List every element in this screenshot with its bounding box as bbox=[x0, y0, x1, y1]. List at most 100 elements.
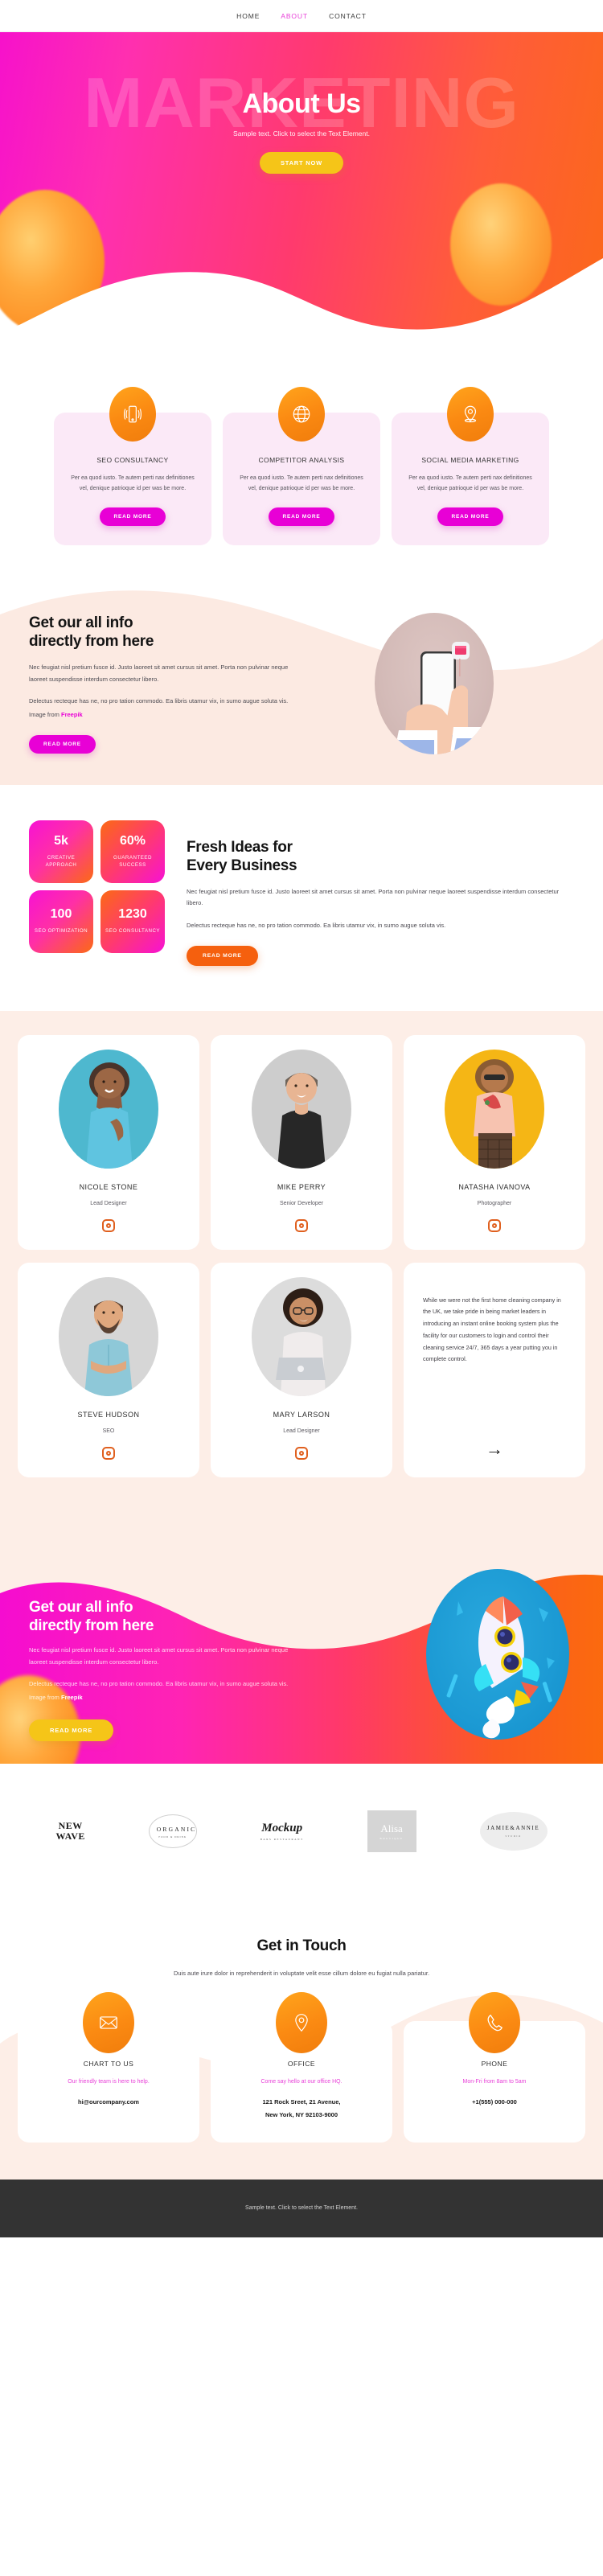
map-pin-icon bbox=[447, 387, 494, 442]
brand-logo-line1: Alisa bbox=[380, 1822, 403, 1834]
read-more-button[interactable]: READ MORE bbox=[268, 507, 335, 526]
contact-section: Get in Touch Duis aute irure dolor in re… bbox=[0, 1901, 603, 2180]
stat-box-seo-consultancy: 1230 SEO CONSULTANCY bbox=[100, 889, 165, 953]
contact-card-value[interactable]: +1(555) 000-000 bbox=[415, 2096, 574, 2109]
team-section: NICOLE STONE Lead Designer MIKE PERRY Se… bbox=[0, 1010, 603, 1522]
stat-number: 100 bbox=[50, 907, 72, 922]
cta-read-more-button[interactable]: READ MORE bbox=[29, 1719, 114, 1741]
contact-card-value: 121 Rock Sreet, 21 Avenue, bbox=[262, 2098, 341, 2106]
service-card-competitor-analysis: COMPETITOR ANALYSIS Per ea quod iusto. T… bbox=[223, 387, 380, 545]
stats-paragraph-2: Delectus recteque has ne, no pro tation … bbox=[187, 921, 446, 929]
service-description: Per ea quod iusto. Te autem perti nax de… bbox=[71, 475, 195, 491]
testimonial-text: While we were not the first home cleanin… bbox=[423, 1296, 561, 1363]
contact-card-note: Our friendly team is here to help. bbox=[68, 2079, 150, 2085]
info-text-block: Get our all info directly from here Nec … bbox=[29, 614, 294, 754]
cta-heading-line1: Get our all info bbox=[29, 1599, 133, 1616]
brand-logo-text: NEW WAVE bbox=[55, 1821, 84, 1841]
stats-heading-line2: Every Business bbox=[187, 857, 297, 875]
cta-paragraph-1: Nec feugiat nisl pretium fusce id. Justo… bbox=[29, 1646, 289, 1666]
instagram-icon[interactable] bbox=[488, 1218, 501, 1232]
page-footer: Sample text. Click to select the Text El… bbox=[0, 2179, 603, 2237]
cta-content: Get our all info directly from here Nec … bbox=[0, 1522, 603, 1764]
brand-logo-line2: WAVE bbox=[55, 1830, 85, 1842]
service-card-seo-consultancy: SEO CONSULTANCY Per ea quod iusto. Te au… bbox=[54, 387, 211, 545]
team-card-natasha-ivanova: NATASHA IVANOVA Photographer bbox=[404, 1034, 585, 1250]
phone-icon bbox=[469, 1992, 520, 2054]
stats-text-block: Fresh Ideas for Every Business Nec feugi… bbox=[187, 820, 574, 966]
instagram-icon[interactable] bbox=[295, 1446, 308, 1460]
cta-paragraph-2: Delectus recteque has ne, no pro tation … bbox=[29, 1678, 294, 1705]
read-more-button[interactable]: READ MORE bbox=[99, 507, 166, 526]
info-section: Get our all info directly from here Nec … bbox=[0, 581, 603, 785]
brand-logo-text: JAMIE&ANNIE STUDIO bbox=[479, 1811, 548, 1851]
service-card-social-media-marketing: SOCIAL MEDIA MARKETING Per ea quod iusto… bbox=[392, 387, 549, 545]
stat-box-guaranteed-success: 60% GUARANTEED SUCCESS bbox=[100, 820, 165, 883]
arrow-right-icon[interactable]: → bbox=[423, 1439, 566, 1460]
stat-number: 5k bbox=[54, 833, 68, 848]
instagram-icon[interactable] bbox=[295, 1218, 308, 1232]
globe-icon bbox=[278, 387, 325, 442]
contact-card-value-line2: New York, NY 92103-9000 bbox=[265, 2110, 338, 2118]
brand-logos-section: NEW WAVE ORGANIC FOOD & DRINK Mockup BAR… bbox=[0, 1763, 603, 1902]
stat-number: 1230 bbox=[118, 907, 147, 922]
page-title: About Us bbox=[242, 88, 361, 119]
freepik-link[interactable]: Freepik bbox=[61, 1694, 83, 1701]
brand-logo-mockup: Mockup BARS RESTAURANT bbox=[260, 1822, 304, 1841]
brand-logo-sub: BARS RESTAURANT bbox=[260, 1837, 304, 1841]
stat-box-creative-approach: 5k CREATIVE APPROACH bbox=[29, 820, 93, 883]
services-section: SEO CONSULTANCY Per ea quod iusto. Te au… bbox=[0, 358, 603, 582]
read-more-button[interactable]: READ MORE bbox=[437, 507, 504, 526]
avatar bbox=[252, 1276, 351, 1396]
testimonial-card: While we were not the first home cleanin… bbox=[404, 1262, 585, 1477]
contact-card-chart-to-us: CHART TO US Our friendly team is here to… bbox=[18, 1992, 199, 2143]
instagram-icon[interactable] bbox=[102, 1446, 115, 1460]
info-read-more-button[interactable]: READ MORE bbox=[29, 734, 96, 754]
stat-label: SEO OPTIMIZATION bbox=[34, 928, 88, 935]
stat-number: 60% bbox=[119, 833, 146, 848]
info-paragraph-1: Nec feugiat nisl pretium fusce id. Justo… bbox=[29, 664, 289, 683]
stats-heading: Fresh Ideas for Every Business bbox=[187, 838, 574, 875]
contact-subtitle: Duis aute irure dolor in reprehenderit i… bbox=[173, 1969, 430, 1977]
contact-card-phone: PHONE Mon-Fri from 8am to 5am +1(555) 00… bbox=[404, 1992, 585, 2143]
hero-wave-divider bbox=[0, 258, 603, 358]
nav-item-contact[interactable]: CONTACT bbox=[329, 12, 367, 20]
freepik-link[interactable]: Freepik bbox=[61, 711, 83, 718]
team-member-role: Lead Designer bbox=[90, 1200, 127, 1206]
contact-card-title: OFFICE bbox=[287, 2060, 316, 2069]
contact-card-value[interactable]: hi@ourcompany.com bbox=[29, 2096, 188, 2109]
stats-read-more-button[interactable]: READ MORE bbox=[187, 945, 258, 966]
cta-section: Get our all info directly from here Nec … bbox=[0, 1522, 603, 1764]
stat-label: CREATIVE APPROACH bbox=[45, 854, 77, 868]
service-title: SEO CONSULTANCY bbox=[96, 456, 169, 464]
avatar bbox=[59, 1049, 158, 1169]
contact-card-note: Mon-Fri from 8am to 5am bbox=[462, 2079, 527, 2085]
brand-logo-sub: BOUTIQUE bbox=[379, 1836, 404, 1840]
instagram-icon[interactable] bbox=[102, 1218, 115, 1232]
start-now-button[interactable]: START NOW bbox=[259, 152, 344, 174]
team-card-steve-hudson: STEVE HUDSON SEO bbox=[18, 1262, 199, 1477]
team-member-role: Photographer bbox=[477, 1200, 512, 1206]
stat-label: SEO CONSULTANCY bbox=[105, 928, 161, 935]
brand-logo-new-wave: NEW WAVE bbox=[55, 1821, 84, 1841]
team-member-role: SEO bbox=[102, 1428, 115, 1434]
envelope-icon bbox=[83, 1992, 134, 2054]
nav-item-home[interactable]: HOME bbox=[236, 12, 260, 20]
team-member-name: MARY LARSON bbox=[273, 1410, 330, 1419]
contact-card-note: Come say hello at our office HQ. bbox=[260, 2079, 343, 2085]
brand-logo-line1: ORGANIC bbox=[156, 1825, 197, 1833]
brand-logo-jamie-and-annie: JAMIE&ANNIE STUDIO bbox=[479, 1811, 548, 1851]
hand-holding-phone-illustration bbox=[375, 612, 494, 754]
hero-subtitle: Sample text. Click to select the Text El… bbox=[233, 129, 370, 138]
brand-logo-sub: FOOD & DRINK bbox=[158, 1834, 187, 1839]
brand-logo-sub: STUDIO bbox=[505, 1834, 522, 1838]
hero-content: About Us Sample text. Click to select th… bbox=[0, 32, 603, 174]
service-description: Per ea quod iusto. Te autem perti nax de… bbox=[408, 475, 532, 491]
info-paragraph-2: Delectus recteque has ne, no pro tation … bbox=[29, 695, 294, 722]
stat-box-seo-optimization: 100 SEO OPTIMIZATION bbox=[29, 889, 93, 953]
team-card-mary-larson: MARY LARSON Lead Designer bbox=[211, 1262, 392, 1477]
nav-item-about[interactable]: ABOUT bbox=[281, 12, 308, 20]
team-card-mike-perry: MIKE PERRY Senior Developer bbox=[211, 1034, 392, 1250]
brand-logo-text: ORGANIC FOOD & DRINK bbox=[148, 1814, 197, 1848]
cta-text-block: Get our all info directly from here Nec … bbox=[29, 1598, 294, 1741]
footer-text: Sample text. Click to select the Text El… bbox=[245, 2205, 358, 2212]
